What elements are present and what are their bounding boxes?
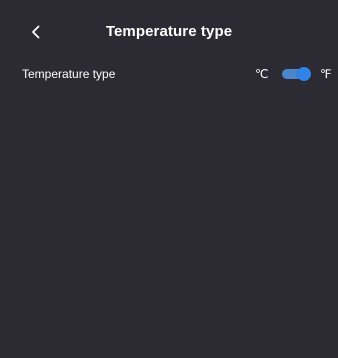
- header: Temperature type: [0, 18, 338, 46]
- toggle-thumb: [297, 67, 311, 81]
- temperature-type-label: Temperature type: [22, 67, 116, 81]
- temperature-unit-toggle[interactable]: [282, 67, 311, 81]
- fahrenheit-label: ℉: [320, 67, 332, 81]
- temperature-type-row: Temperature type ℃ ℉: [0, 62, 338, 86]
- screen: Temperature type Temperature type ℃ ℉: [0, 0, 338, 358]
- page-title: Temperature type: [105, 23, 233, 40]
- celsius-label: ℃: [255, 67, 269, 81]
